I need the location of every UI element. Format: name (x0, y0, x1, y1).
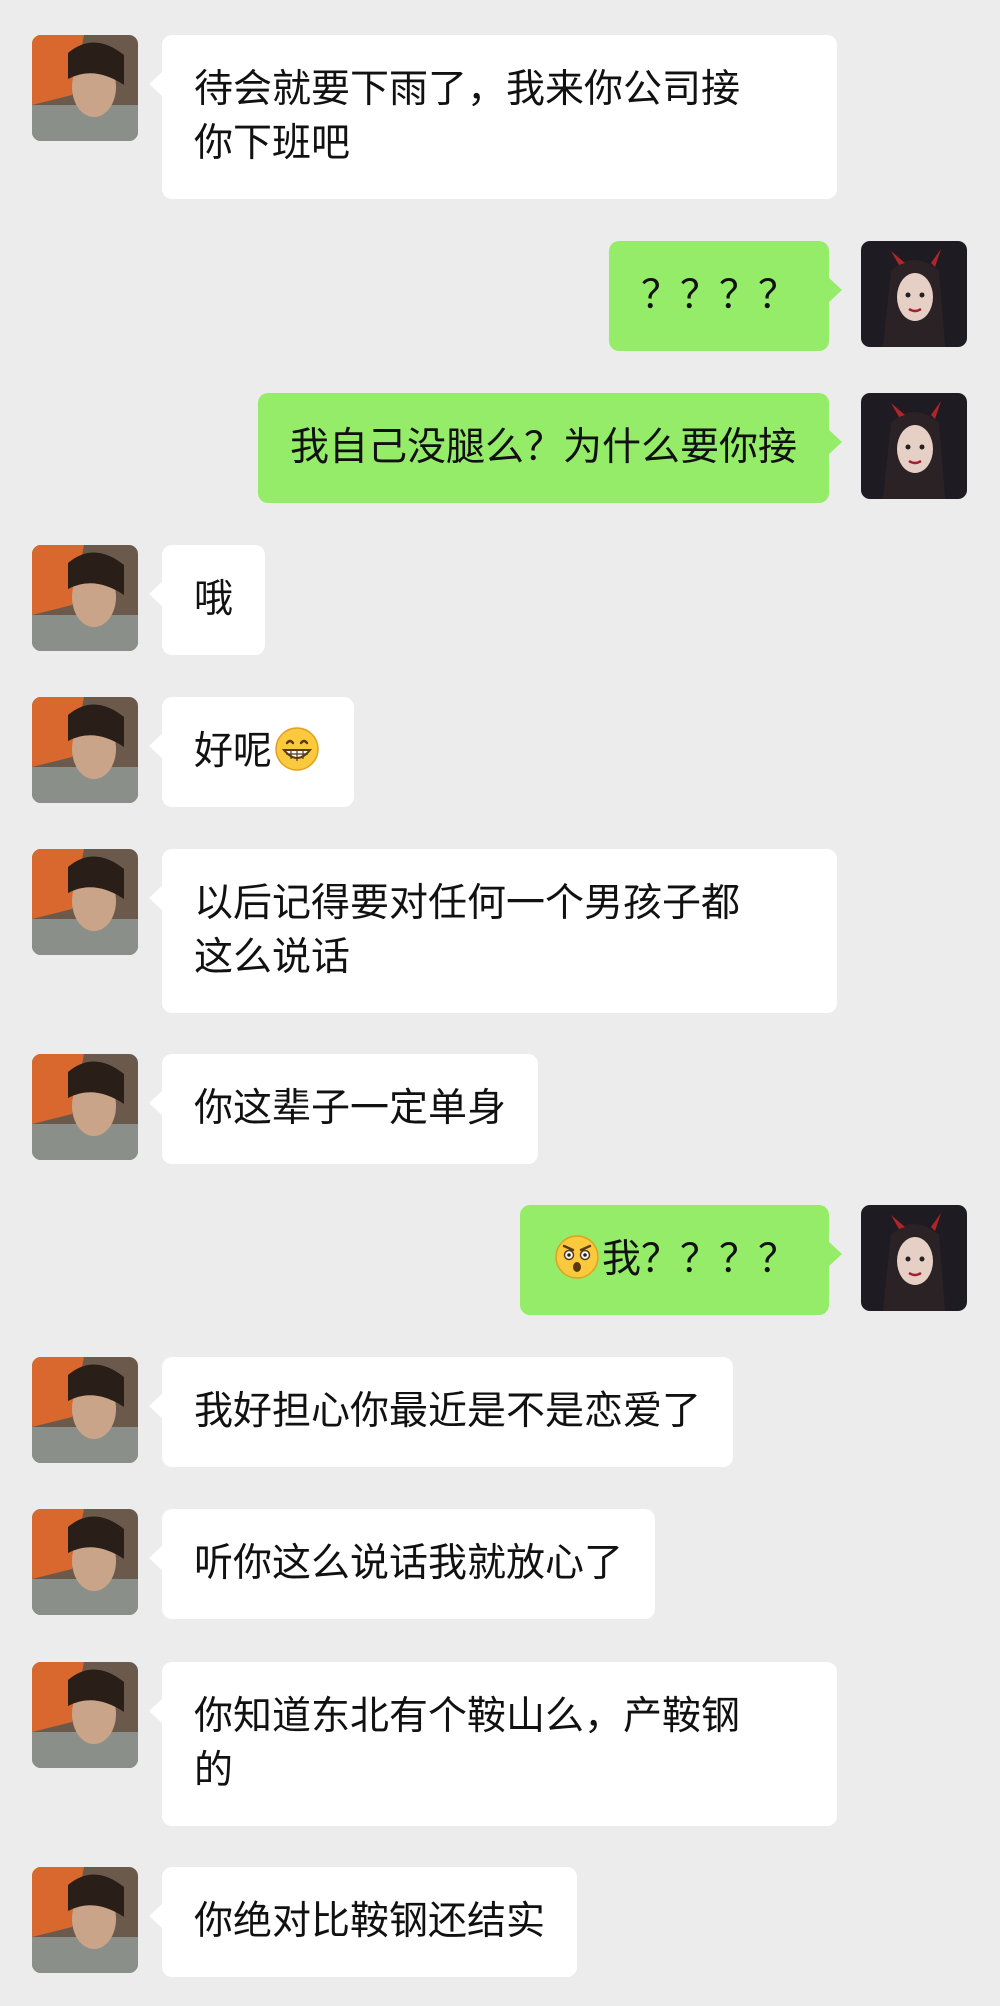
contact-avatar[interactable] (32, 1867, 138, 1973)
message-bubble[interactable]: 好呢 (148, 697, 355, 807)
grinning-emoji-icon (274, 726, 320, 772)
message-bubble[interactable]: 哦 (148, 545, 266, 655)
message-bubble[interactable]: 你这辈子一定单身 (148, 1054, 539, 1164)
message-bubble[interactable]: 我好担心你最近是不是恋爱了 (148, 1357, 734, 1467)
message-bubble[interactable]: 我？？？？ (519, 1205, 843, 1315)
contact-avatar[interactable] (32, 1662, 138, 1768)
user-avatar[interactable] (861, 1205, 967, 1311)
chat-window: 待会就要下雨了，我来你公司接 你下班吧 ？？？？ 我自己没腿么？为什么要你接 哦… (0, 0, 1000, 2006)
contact-avatar[interactable] (32, 545, 138, 651)
message-text: 好呢 (194, 729, 273, 774)
contact-avatar[interactable] (32, 1357, 138, 1463)
message-bubble[interactable]: 你绝对比鞍钢还结实 (148, 1867, 578, 1977)
contact-avatar[interactable] (32, 849, 138, 955)
message-bubble[interactable]: 我自己没腿么？为什么要你接 (257, 393, 843, 503)
user-avatar[interactable] (861, 241, 967, 347)
message-text: 我？？？？ (601, 1237, 797, 1282)
message-bubble[interactable]: 听你这么说话我就放心了 (148, 1509, 656, 1619)
message-bubble[interactable]: 以后记得要对任何一个男孩子都 这么说话 (149, 849, 837, 1013)
message-bubble[interactable]: ？？？？ (608, 241, 843, 351)
message-bubble[interactable]: 待会就要下雨了，我来你公司接 你下班吧 (149, 35, 837, 199)
contact-avatar[interactable] (32, 1054, 138, 1160)
user-avatar[interactable] (861, 393, 967, 499)
message-bubble[interactable]: 你知道东北有个鞍山么，产鞍钢 的 (149, 1662, 837, 1826)
shocked-emoji-icon (554, 1234, 600, 1280)
contact-avatar[interactable] (32, 697, 138, 803)
contact-avatar[interactable] (32, 1509, 138, 1615)
contact-avatar[interactable] (32, 35, 138, 141)
